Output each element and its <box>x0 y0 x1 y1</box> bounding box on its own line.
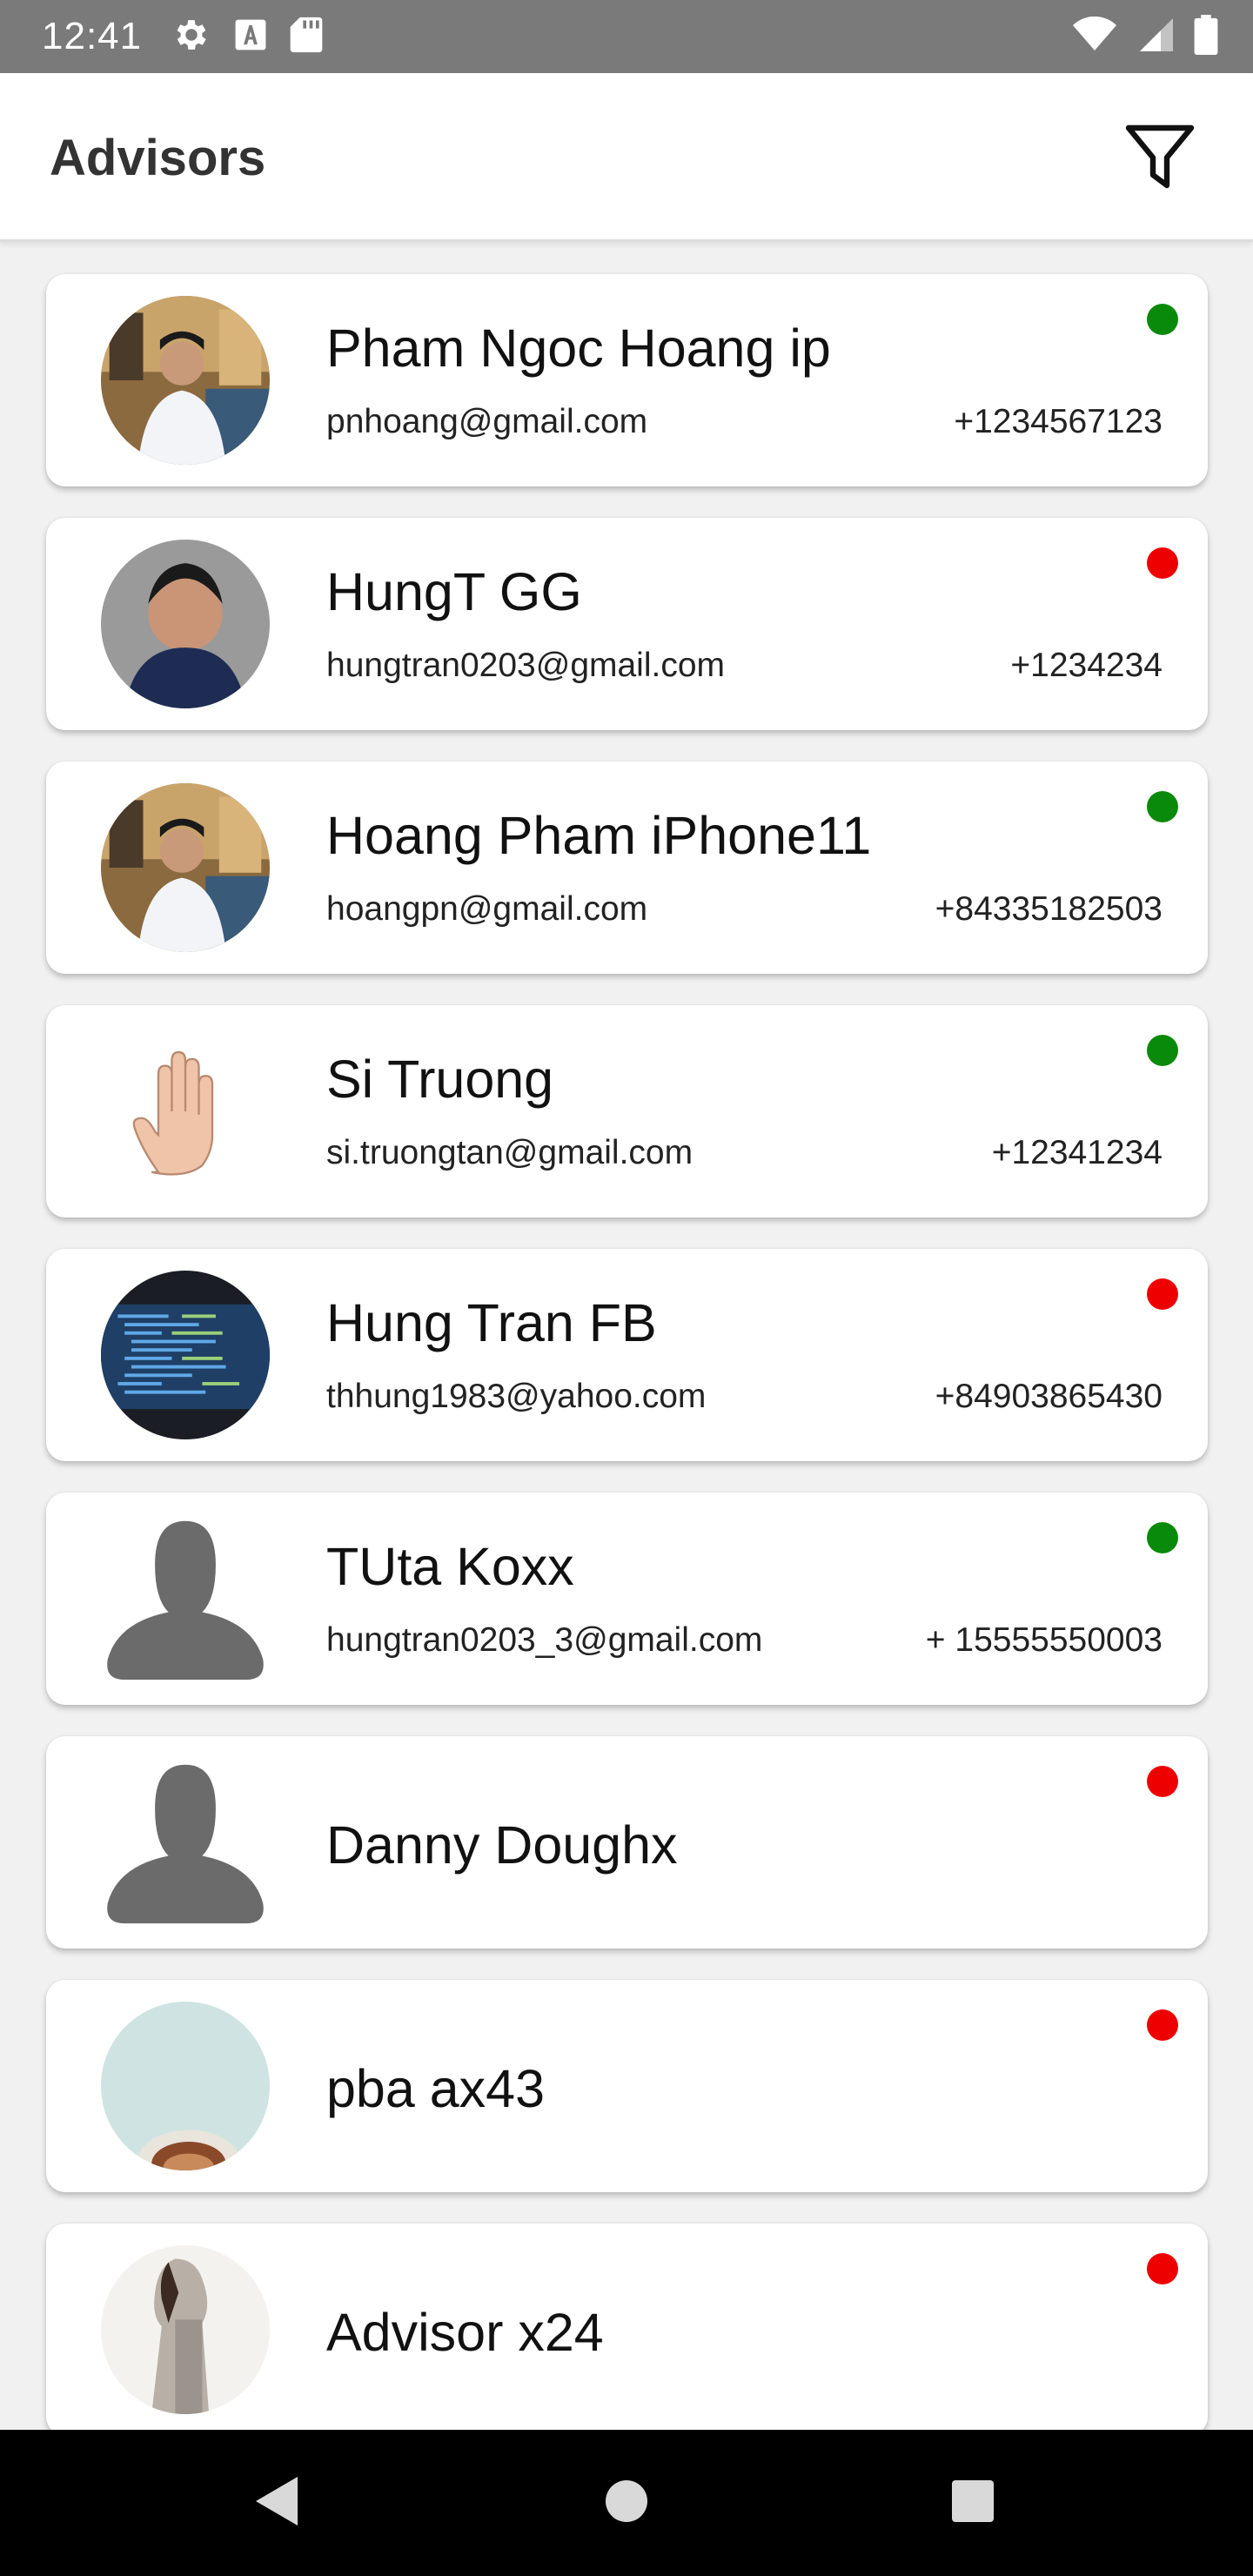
status-left-icons <box>171 15 323 59</box>
advisor-email: hungtran0203@gmail.com <box>326 647 726 684</box>
default-avatar <box>101 1514 270 1683</box>
advisor-card[interactable]: Si Truong si.truongtan@gmail.com +123412… <box>46 1005 1208 1218</box>
advisor-name: Si Truong <box>326 1050 554 1109</box>
status-bar: 12:41 <box>0 0 1253 73</box>
wifi-icon <box>1072 16 1117 57</box>
online-status-dot <box>1147 791 1178 822</box>
avatar <box>101 1271 270 1439</box>
offline-status-dot <box>1147 2009 1178 2041</box>
sd-card-icon <box>290 16 323 58</box>
advisor-card[interactable]: HungT GG hungtran0203@gmail.com +1234234 <box>46 518 1208 730</box>
advisor-card[interactable]: TUta Koxx hungtran0203_3@gmail.com + 155… <box>46 1493 1208 1705</box>
advisor-phone: + 15555550003 <box>925 1621 1163 1659</box>
advisor-phone: +1234234 <box>1010 647 1163 684</box>
online-status-dot <box>1147 304 1178 335</box>
a-icon <box>234 18 267 56</box>
advisor-phone: +84903865430 <box>935 1378 1163 1415</box>
advisor-card[interactable]: Danny Doughx <box>46 1736 1208 1949</box>
online-status-dot <box>1147 1035 1178 1066</box>
offline-status-dot <box>1147 547 1178 579</box>
advisor-card[interactable]: Hung Tran FB thhung1983@yahoo.com +84903… <box>46 1249 1208 1461</box>
offline-status-dot <box>1147 1278 1178 1310</box>
avatar <box>101 783 270 952</box>
signal-icon <box>1136 17 1175 57</box>
advisor-phone: +84335182503 <box>935 890 1163 928</box>
advisor-name: Hoang Pham iPhone11 <box>326 806 872 865</box>
offline-status-dot <box>1147 2253 1178 2284</box>
advisor-name: Hung Tran FB <box>326 1293 657 1352</box>
advisor-phone: +12341234 <box>991 1134 1163 1171</box>
advisor-email: thhung1983@yahoo.com <box>326 1378 707 1415</box>
status-time: 12:41 <box>42 15 143 57</box>
advisor-phone: +1234567123 <box>954 403 1163 440</box>
advisor-name: Advisor x24 <box>326 2303 604 2362</box>
advisor-email: hungtran0203_3@gmail.com <box>326 1621 763 1659</box>
advisor-card[interactable]: Hoang Pham iPhone11 hoangpn@gmail.com +8… <box>46 761 1208 974</box>
avatar <box>101 2002 270 2170</box>
status-right-icons <box>1072 14 1218 59</box>
filter-icon <box>1123 123 1196 197</box>
advisor-name: Danny Doughx <box>326 1815 678 1875</box>
back-icon <box>252 2475 301 2532</box>
advisor-name: pba ax43 <box>326 2059 545 2118</box>
page-title: Advisors <box>50 130 266 186</box>
advisor-card[interactable]: Pham Ngoc Hoang ip pnhoang@gmail.com +12… <box>46 274 1208 486</box>
gear-icon <box>171 15 211 59</box>
app-bar: Advisors <box>0 73 1253 242</box>
back-button[interactable] <box>233 2459 320 2546</box>
advisor-email: hoangpn@gmail.com <box>326 890 648 928</box>
recents-button[interactable] <box>929 2459 1016 2546</box>
advisor-email: si.truongtan@gmail.com <box>326 1134 694 1171</box>
filter-button[interactable] <box>1121 120 1199 198</box>
default-avatar <box>101 1758 270 1927</box>
advisor-list[interactable]: Pham Ngoc Hoang ip pnhoang@gmail.com +12… <box>0 244 1253 2430</box>
advisor-card[interactable]: pba ax43 <box>46 1980 1208 2192</box>
hand-avatar <box>101 1027 270 1196</box>
home-button[interactable] <box>583 2459 670 2546</box>
advisor-name: TUta Koxx <box>326 1537 574 1596</box>
advisor-name: Pham Ngoc Hoang ip <box>326 319 831 378</box>
home-icon <box>604 2479 649 2528</box>
offline-status-dot <box>1147 1766 1178 1797</box>
recents-icon <box>950 2479 995 2528</box>
advisor-email: pnhoang@gmail.com <box>326 403 648 440</box>
online-status-dot <box>1147 1522 1178 1553</box>
advisor-card[interactable]: Advisor x24 <box>46 2224 1208 2430</box>
avatar <box>101 540 270 708</box>
avatar <box>101 2245 270 2414</box>
advisor-name: HungT GG <box>326 562 582 621</box>
avatar <box>101 296 270 465</box>
battery-icon <box>1194 14 1218 59</box>
navigation-bar <box>0 2430 1253 2576</box>
